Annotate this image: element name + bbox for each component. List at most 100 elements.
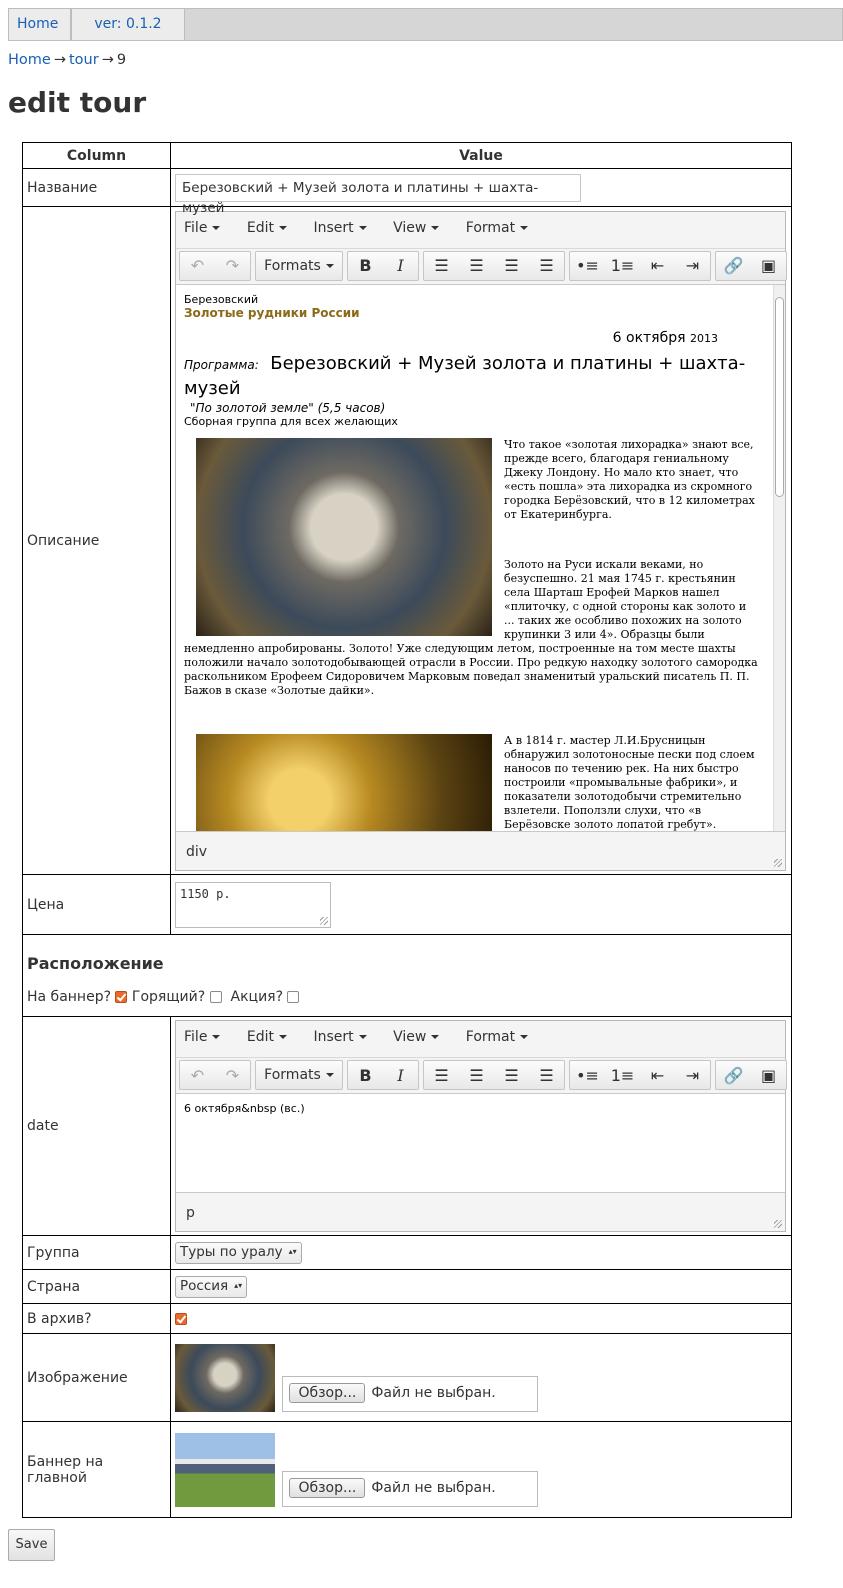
country-label: Страна (22, 1269, 171, 1304)
breadcrumb-home[interactable]: Home (8, 52, 51, 68)
editor-statusbar: div (176, 832, 785, 870)
archive-checkbox[interactable] (175, 1312, 187, 1325)
resize-grip-icon[interactable] (320, 916, 328, 925)
editor-toolbar: ↶ ↷ Formats BI ☰ ☰ ☰ ☰ •≡ 1≡ ⇤ ⇥ 🔗 ▣ (176, 1057, 787, 1093)
breadcrumb: Home → tour → 9 (8, 52, 126, 68)
formats-dropdown[interactable]: Formats (256, 1061, 342, 1089)
redo-icon[interactable]: ↷ (215, 1061, 250, 1089)
link-icon[interactable]: 🔗 (716, 252, 751, 280)
editor-menubar: File Edit Insert View Format (176, 212, 785, 248)
group-select[interactable]: Туры по уралу ▴▾ (175, 1241, 302, 1264)
archive-label: В архив? (22, 1303, 171, 1334)
editor-scrollbar[interactable] (773, 284, 785, 831)
italic-icon[interactable]: I (383, 1061, 418, 1089)
hot-checkbox[interactable] (209, 991, 222, 1003)
resize-grip-icon[interactable] (774, 858, 782, 867)
image-file-input[interactable]: Обзор... Файл не выбран. (282, 1375, 539, 1412)
doc-line: Березовский (184, 292, 259, 306)
outdent-icon[interactable]: ⇤ (640, 252, 675, 280)
browse-button[interactable]: Обзор... (289, 1477, 366, 1498)
description-label: Описание (22, 206, 171, 875)
undo-icon[interactable]: ↶ (180, 1061, 215, 1089)
location-heading: Расположение (27, 954, 164, 973)
editor-toolbar: ↶ ↷ Formats BI ☰ ☰ ☰ ☰ •≡ 1≡ ⇤ ⇥ 🔗 ▣ (176, 247, 787, 284)
element-path[interactable]: div (186, 844, 207, 860)
select-arrows-icon: ▴▾ (234, 1281, 243, 1290)
date-content: 6 октября&nbsp (вс.) (184, 1102, 305, 1115)
doc-photo-elder (196, 437, 492, 636)
editor-content[interactable]: 6 октября&nbsp (вс.) (176, 1093, 785, 1193)
banner-checkbox[interactable] (115, 991, 128, 1003)
doc-subtitle: "По золотой земле" (5,5 часов) (190, 400, 386, 415)
select-arrows-icon: ▴▾ (288, 1247, 297, 1256)
redo-icon[interactable]: ↷ (215, 252, 250, 280)
main-banner-label: Баннер на главной (22, 1421, 171, 1518)
numbered-list-icon[interactable]: 1≡ (605, 252, 640, 280)
menu-file[interactable]: File (184, 1029, 221, 1045)
menu-edit[interactable]: Edit (247, 220, 288, 236)
editor-statusbar: p (176, 1193, 785, 1231)
name-input[interactable]: Березовский + Музей золота и платины + ш… (175, 173, 581, 216)
top-nav: Home ver: 0.1.2 (8, 8, 843, 41)
outdent-icon[interactable]: ⇤ (640, 1061, 675, 1089)
price-label: Цена (22, 874, 171, 935)
value-header: Value (170, 142, 792, 169)
align-right-icon[interactable]: ☰ (494, 252, 529, 280)
align-justify-icon[interactable]: ☰ (529, 252, 564, 280)
indent-icon[interactable]: ⇥ (675, 252, 710, 280)
align-center-icon[interactable]: ☰ (459, 252, 494, 280)
breadcrumb-tour[interactable]: tour (69, 52, 99, 68)
formats-dropdown[interactable]: Formats (256, 252, 342, 280)
bullet-list-icon[interactable]: •≡ (570, 1061, 605, 1089)
scroll-thumb[interactable] (775, 296, 784, 497)
date-label: date (22, 1016, 171, 1236)
bullet-list-icon[interactable]: •≡ (570, 252, 605, 280)
bold-icon[interactable]: B (348, 1061, 383, 1089)
doc-program: Программа: Березовский + Музей золота и … (184, 352, 746, 399)
menu-file[interactable]: File (184, 220, 221, 236)
save-button[interactable]: Save (8, 1529, 55, 1561)
banner-label: На баннер? (27, 989, 112, 1005)
image-icon[interactable]: ▣ (751, 252, 786, 280)
nav-home-link[interactable]: Home (9, 9, 71, 40)
doc-gold-title: Золотые рудники России (184, 305, 360, 320)
banner-thumbnail (175, 1432, 275, 1507)
menu-view[interactable]: View (393, 1029, 440, 1045)
link-icon[interactable]: 🔗 (716, 1061, 751, 1089)
image-icon[interactable]: ▣ (751, 1061, 786, 1089)
date-editor[interactable]: File Edit Insert View Format ↶ ↷ Formats … (175, 1020, 787, 1232)
indent-icon[interactable]: ⇥ (675, 1061, 710, 1089)
bold-icon[interactable]: B (348, 252, 383, 280)
menu-edit[interactable]: Edit (247, 1029, 288, 1045)
italic-icon[interactable]: I (383, 252, 418, 280)
align-left-icon[interactable]: ☰ (424, 252, 459, 280)
undo-icon[interactable]: ↶ (180, 252, 215, 280)
breadcrumb-sep: → (53, 52, 66, 68)
editor-content[interactable]: Березовский Золотые рудники России 6 окт… (176, 283, 785, 832)
nav-version-link[interactable]: ver: 0.1.2 (71, 9, 185, 40)
image-thumbnail (175, 1343, 275, 1412)
align-justify-icon[interactable]: ☰ (529, 1061, 564, 1089)
column-header: Column (22, 142, 171, 169)
menu-insert[interactable]: Insert (313, 220, 367, 236)
country-select[interactable]: Россия ▴▾ (175, 1275, 248, 1298)
breadcrumb-sep: → (101, 52, 114, 68)
element-path[interactable]: p (186, 1205, 195, 1221)
align-right-icon[interactable]: ☰ (494, 1061, 529, 1089)
menu-view[interactable]: View (393, 220, 440, 236)
description-editor[interactable]: File Edit Insert View Format ↶ ↷ Formats … (175, 210, 787, 871)
menu-insert[interactable]: Insert (313, 1029, 367, 1045)
resize-grip-icon[interactable] (774, 1220, 782, 1228)
doc-group-note: Сборная группа для всех желающих (184, 414, 398, 428)
menu-format[interactable]: Format (466, 1029, 529, 1045)
numbered-list-icon[interactable]: 1≡ (605, 1061, 640, 1089)
breadcrumb-current: 9 (116, 52, 127, 68)
price-textarea[interactable]: 1150 р. (175, 881, 331, 928)
browse-button[interactable]: Обзор... (289, 1382, 366, 1403)
align-left-icon[interactable]: ☰ (424, 1061, 459, 1089)
promo-checkbox[interactable] (287, 991, 300, 1003)
menu-format[interactable]: Format (466, 220, 529, 236)
align-center-icon[interactable]: ☰ (459, 1061, 494, 1089)
banner-file-input[interactable]: Обзор... Файл не выбран. (282, 1470, 539, 1507)
doc-photo-gold (196, 733, 492, 831)
